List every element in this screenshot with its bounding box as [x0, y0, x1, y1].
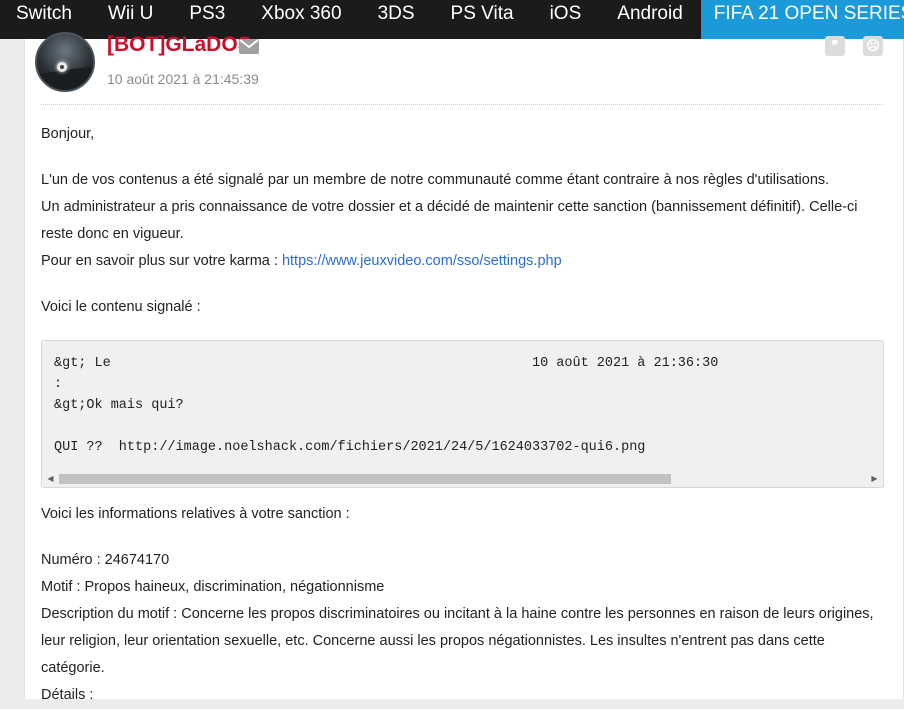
sanction-description: Description du motif : Concerne les prop… [41, 606, 874, 676]
code-text: &gt; Le 10 août 2021 à 21:36:30 : &gt;Ok… [42, 341, 883, 458]
nav-item-xbox-360[interactable]: Xbox 360 [243, 0, 359, 39]
avatar-eye [57, 62, 67, 72]
quote-icon[interactable]: ❞ [825, 36, 845, 56]
report-notice-text: L'un de vos contenus a été signalé par u… [41, 172, 830, 188]
sanction-reason: Motif : Propos haineux, discrimination, … [41, 579, 385, 595]
avatar[interactable] [35, 32, 95, 92]
code-line: : [54, 377, 63, 392]
nav-item-switch[interactable]: Switch [0, 0, 90, 39]
nav-item-ios[interactable]: iOS [532, 0, 600, 39]
alert-face-icon[interactable]: ☹ [863, 36, 883, 56]
code-line: QUI ?? http://image.noelshack.com/fichie… [54, 440, 646, 455]
code-line: &gt; Le 10 août 2021 à 21:36:30 [54, 356, 719, 371]
nav-item-ps-vita[interactable]: PS Vita [433, 0, 532, 39]
message-body: Bonjour, L'un de vos contenus a été sign… [41, 121, 884, 709]
reported-content-intro: Voici le contenu signalé : [41, 299, 201, 315]
karma-prefix: Pour en savoir plus sur votre karma : [41, 253, 282, 269]
code-line: &gt;Ok mais qui? [54, 398, 184, 413]
greeting-text: Bonjour, [41, 126, 95, 142]
sanction-number: Numéro : 24674170 [41, 552, 170, 568]
message-card: [BOT]GLaDOS 10 août 2021 à 21:45:39 ❞ ☹ … [24, 32, 904, 703]
reported-content-code-block[interactable]: &gt; Le 10 août 2021 à 21:36:30 : &gt;Ok… [41, 340, 884, 488]
horizontal-scrollbar[interactable]: ◀ ▶ [42, 470, 883, 487]
author-name[interactable]: [BOT]GLaDOS [107, 33, 252, 57]
nav-item-3ds[interactable]: 3DS [360, 0, 433, 39]
scroll-left-arrow-icon[interactable]: ◀ [42, 470, 59, 487]
scroll-right-arrow-icon[interactable]: ▶ [866, 470, 883, 487]
sanction-details: Détails : [41, 687, 94, 703]
scrollbar-thumb[interactable] [59, 474, 671, 484]
karma-link[interactable]: https://www.jeuxvideo.com/sso/settings.p… [282, 253, 562, 269]
sanction-intro: Voici les informations relatives à votre… [41, 506, 350, 522]
header-divider [41, 104, 884, 105]
nav-item-fifa-21-open-series[interactable]: FIFA 21 OPEN SERIES [700, 0, 904, 39]
post-date: 10 août 2021 à 21:45:39 [107, 71, 259, 87]
nav-item-android[interactable]: Android [599, 0, 701, 39]
karma-line: Pour en savoir plus sur votre karma : ht… [41, 248, 884, 275]
decision-text: Un administrateur a pris connaissance de… [41, 199, 858, 242]
envelope-icon[interactable] [239, 39, 259, 54]
